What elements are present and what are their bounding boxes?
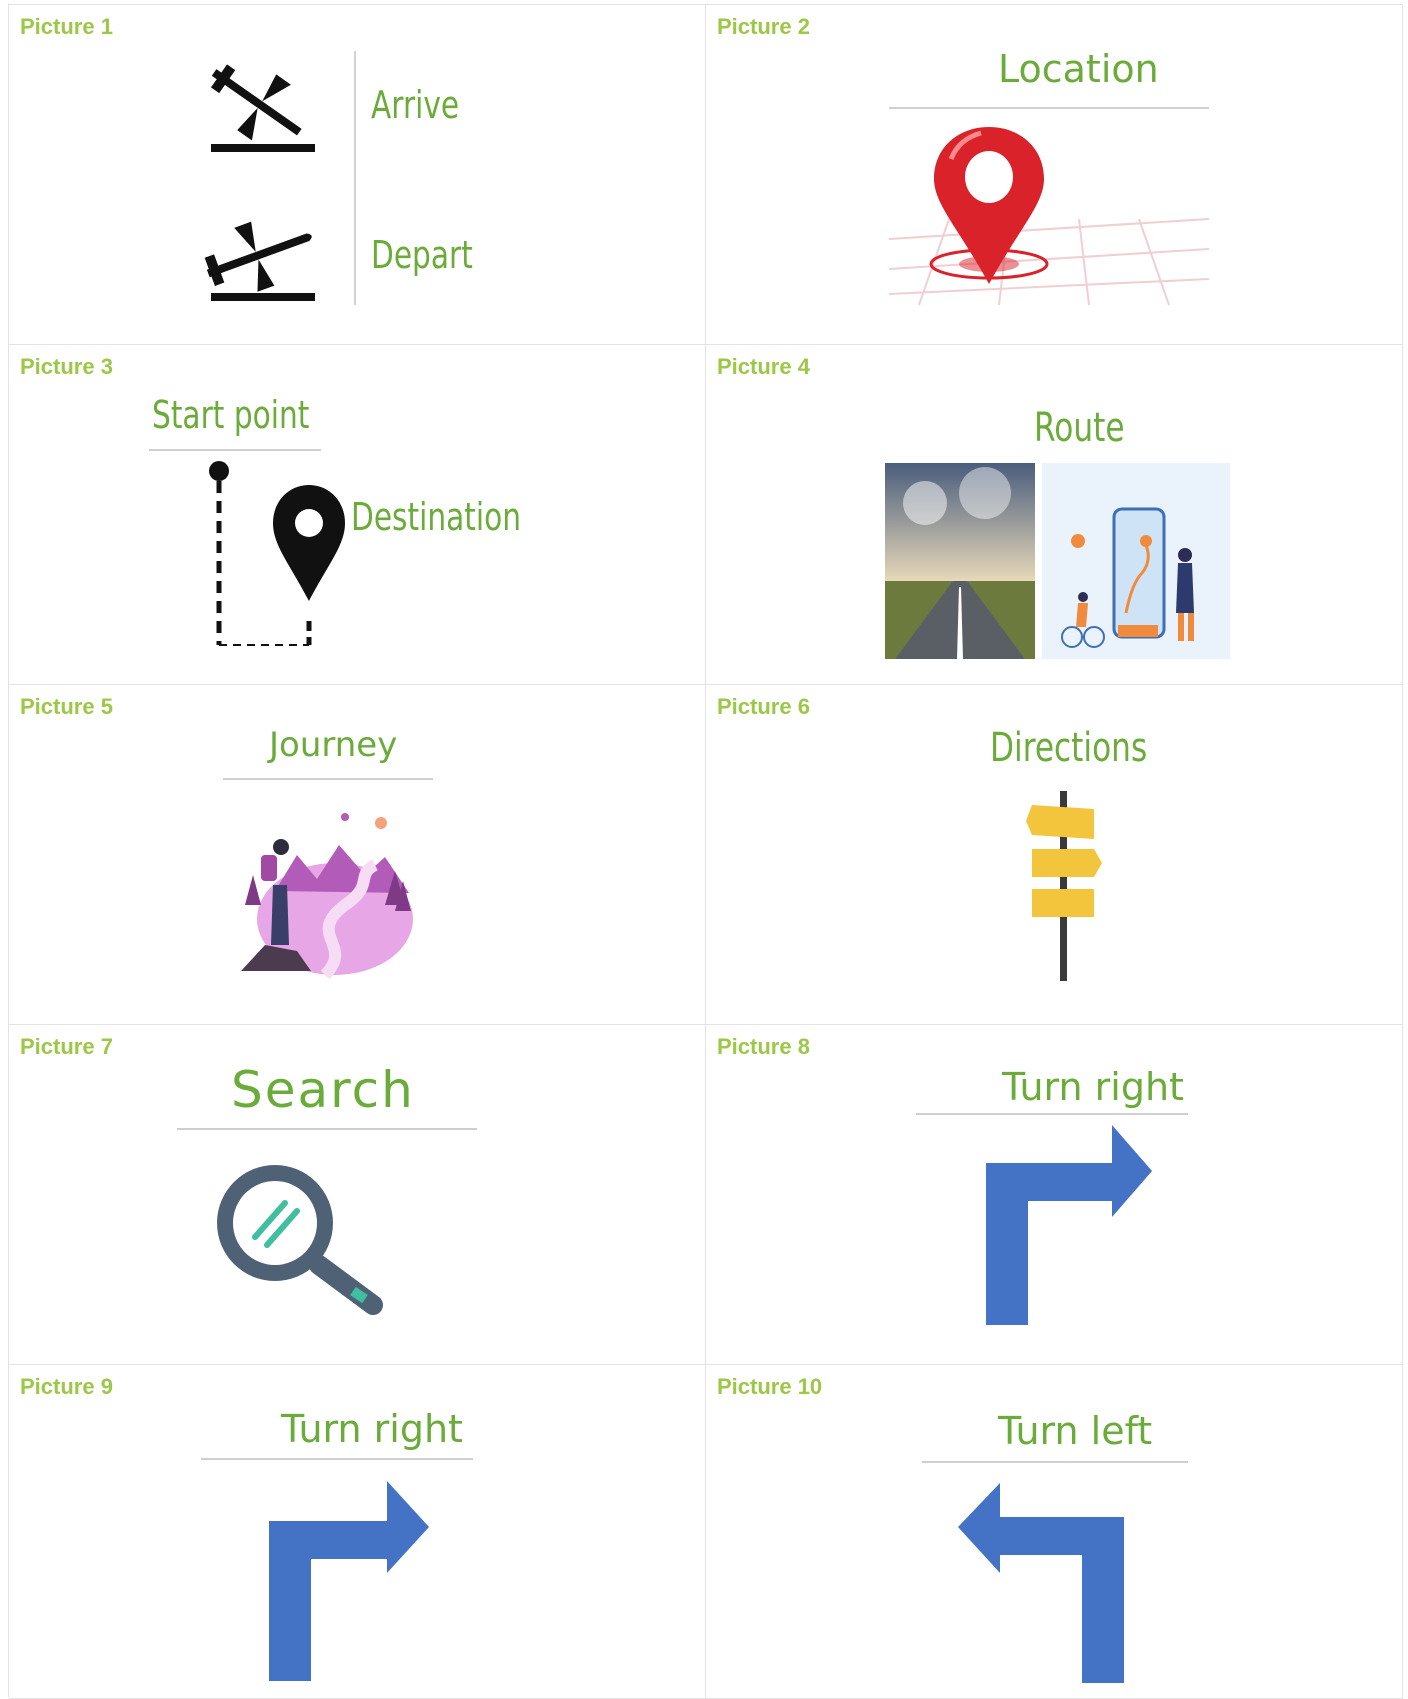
title-underline [177,1128,477,1130]
title-underline [922,1461,1188,1463]
arrive-label: Arrive [371,83,460,127]
title-underline [916,1113,1188,1115]
search-label: Search [231,1061,415,1119]
magnifier-icon [217,1165,383,1315]
route-path-icon [209,461,345,646]
cell-label: Picture 8 [717,1034,810,1059]
turn-left-arrow-icon [958,1483,1124,1683]
cell-label: Picture 2 [717,14,810,39]
start-point-label: Start point [152,393,310,437]
cell-picture-10: Picture 10 Turn left [706,1365,1403,1699]
cell-picture-1: Picture 1 Arrive Depart [9,5,706,345]
route-label: Route [1034,405,1125,451]
directions-label: Directions [990,725,1148,771]
cell-label: Picture 3 [20,354,113,379]
turn-left-label: Turn left [998,1409,1153,1453]
signpost-icon [1026,791,1102,981]
cell-picture-4: Picture 4 Route [706,345,1403,685]
cell-picture-3: Picture 3 Start point Destination [9,345,706,685]
turn-right-arrow-icon [986,1125,1152,1325]
plane-arrival-icon [210,64,315,152]
cell-picture-5: Picture 5 Journey [9,685,706,1025]
cell-picture-8: Picture 8 Turn right [706,1025,1403,1365]
road-photo [885,463,1035,659]
cell-picture-2: Picture 2 Location [706,5,1403,345]
divider-vertical [354,51,356,305]
map-pin-icon [888,109,1210,306]
picture-grid: Picture 1 Arrive Depart Picture 2 Locati… [8,4,1403,1699]
cell-picture-6: Picture 6 Directions [706,685,1403,1025]
journey-illustration [241,813,413,980]
cell-picture-9: Picture 9 Turn right [9,1365,706,1699]
title-underline [223,778,433,780]
depart-label: Depart [371,233,473,277]
cell-label: Picture 5 [20,694,113,719]
cell-label: Picture 9 [20,1374,113,1399]
navigation-app-illustration [1042,463,1230,659]
cell-label: Picture 4 [717,354,810,379]
turn-right-arrow-icon [269,1481,429,1681]
title-underline [149,449,321,451]
cell-label: Picture 6 [717,694,810,719]
location-label: Location [998,47,1159,91]
cell-picture-7: Picture 7 Search [9,1025,706,1365]
title-underline [201,1458,473,1460]
cell-label: Picture 7 [20,1034,113,1059]
journey-label: Journey [269,725,398,765]
cell-label: Picture 10 [717,1374,823,1399]
turn-right-label: Turn right [1002,1065,1184,1109]
cell-label: Picture 1 [20,14,113,39]
turn-right-label: Turn right [281,1407,463,1451]
destination-label: Destination [351,495,522,539]
plane-departure-icon [204,221,315,301]
